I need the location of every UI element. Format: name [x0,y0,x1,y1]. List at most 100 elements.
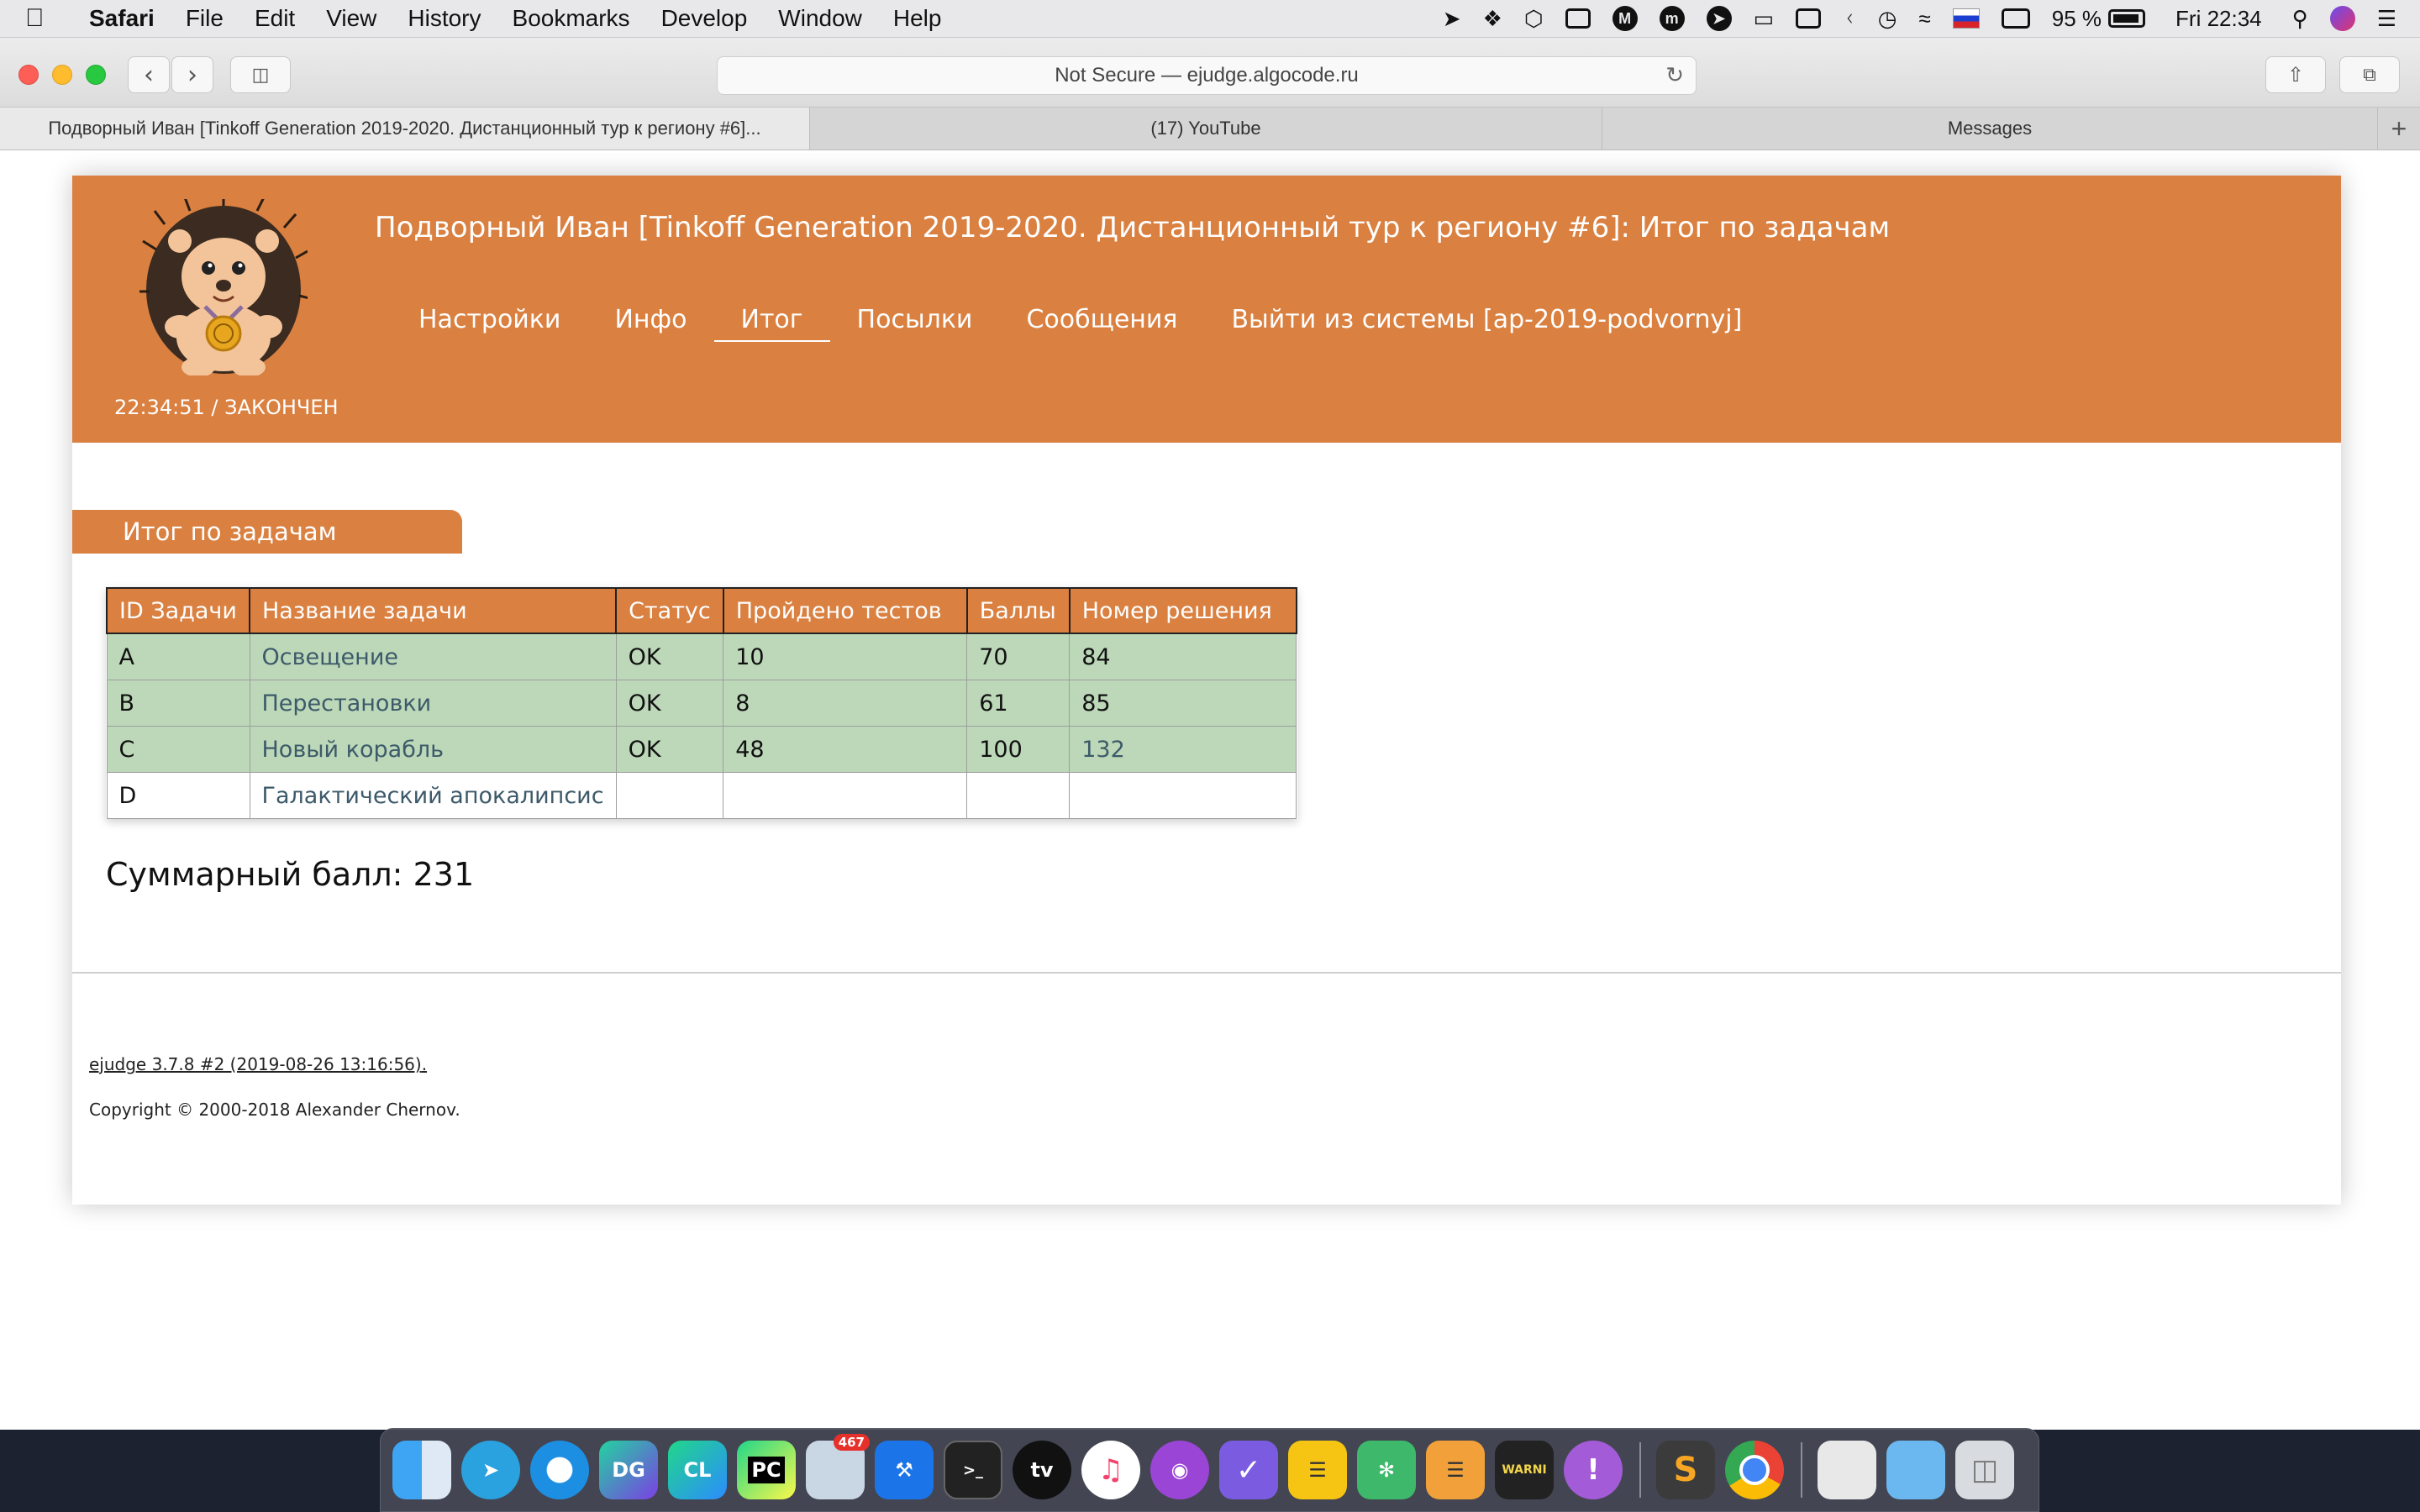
page-title: Подворный Иван [Tinkoff Generation 2019-… [375,211,1891,244]
mail-badge: 467 [833,1434,870,1451]
dropbox-icon[interactable]: ❖ [1483,0,1502,37]
footer-divider [72,972,2341,974]
back-button[interactable]: ‹ [128,56,170,93]
podcasts-icon[interactable]: ◉ [1150,1441,1209,1499]
taskpaper-icon[interactable]: ☰ [1426,1441,1485,1499]
clion-icon[interactable]: CL [668,1441,727,1499]
malwarebytes-icon[interactable]: M [1612,0,1638,37]
menu-file[interactable]: File [186,5,224,32]
new-tab-button[interactable]: + [2378,108,2420,150]
document-icon[interactable] [1818,1441,1876,1499]
apple-menu-icon[interactable]:  [25,4,59,33]
telegram-icon[interactable]: ➤ [461,1441,520,1499]
menu-bookmarks[interactable]: Bookmarks [513,5,630,32]
problem-link[interactable]: Освещение [262,644,398,670]
cube-icon[interactable]: ⬡ [1524,0,1544,37]
location-arrow-icon[interactable]: ➤ [1443,0,1461,37]
tab-label: Подворный Иван [Tinkoff Generation 2019-… [48,118,761,139]
nav-logout[interactable]: Выйти из системы [ap-2019-podvornyj] [1204,302,1769,339]
nav-settings[interactable]: Настройки [392,302,587,339]
mail-app-icon[interactable]: 467 [806,1434,870,1499]
battery-icon[interactable] [2108,0,2146,37]
problem-link[interactable]: Новый корабль [262,737,445,763]
sublime-text-icon[interactable]: S [1656,1441,1715,1499]
results-table: ID Задачи Название задачи Статус Пройден… [106,587,1297,819]
menu-window[interactable]: Window [778,5,862,32]
menu-view[interactable]: View [326,5,376,32]
tabs-icon: ⧉ [2363,64,2376,86]
forward-button[interactable]: › [171,56,213,93]
chevron-left-icon: ‹ [144,60,154,90]
terminal-icon[interactable]: >_ [944,1441,1002,1499]
airplay-icon[interactable]: ▭ [1754,0,1775,37]
nav-summary[interactable]: Итог [713,302,830,342]
nav-messages[interactable]: Сообщения [999,302,1204,339]
clock[interactable]: Fri 22:34 [2175,0,2262,37]
things-icon[interactable]: ✓ [1219,1441,1278,1499]
tab-messages[interactable]: Messages [1602,108,2378,150]
xcode-icon[interactable]: ⚒ [875,1441,934,1499]
page-header: Подворный Иван [Tinkoff Generation 2019-… [72,176,2341,443]
menu-help[interactable]: Help [893,5,942,32]
problem-link[interactable]: Галактический апокалипсис [262,783,604,809]
menu-edit[interactable]: Edit [255,5,295,32]
page-viewport: Подворный Иван [Tinkoff Generation 2019-… [0,150,2420,1430]
mindnode-icon[interactable]: ✻ [1357,1441,1416,1499]
window-icon[interactable] [1796,0,1822,37]
music-icon[interactable]: ♫ [1081,1441,1140,1499]
close-window-button[interactable] [18,65,39,85]
nav-info[interactable]: Инфо [587,302,713,339]
contest-status: 22:34:51 / ЗАКОНЧЕН [114,396,339,419]
run-link[interactable]: 132 [1081,737,1125,763]
tab-ejudge[interactable]: Подворный Иван [Tinkoff Generation 2019-… [0,108,810,150]
datagrip-icon[interactable]: DG [599,1441,658,1499]
siri-icon[interactable] [2329,0,2355,37]
page-container: Подворный Иван [Tinkoff Generation 2019-… [72,176,2341,1205]
menu-history[interactable]: History [408,5,481,32]
tab-label: (17) YouTube [1150,118,1261,139]
time-machine-icon[interactable]: ◷ [1878,0,1897,37]
bluetooth-icon[interactable]: ᚲ [1843,0,1856,37]
battery-percent[interactable]: 95 % [2052,0,2102,37]
problem-id: A [106,633,250,680]
feedback-icon[interactable]: ! [1564,1441,1623,1499]
chrome-icon[interactable] [1725,1441,1784,1499]
folder-icon[interactable] [1886,1441,1945,1499]
console-icon[interactable]: WARNI [1495,1441,1554,1499]
terminal-label: >_ [962,1461,984,1479]
reload-icon[interactable]: ↻ [1665,62,1684,88]
safari-icon[interactable] [530,1441,589,1499]
list-icon[interactable]: ☰ [2377,0,2396,37]
problem-id: D [106,772,250,819]
share-button[interactable]: ⇧ [2265,56,2326,93]
tab-bar: Подворный Иван [Tinkoff Generation 2019-… [0,108,2420,150]
menu-app-name[interactable]: Safari [89,5,155,32]
problem-link[interactable]: Перестановки [262,690,432,717]
zoom-window-button[interactable] [86,65,106,85]
tab-overview-button[interactable]: ⧉ [2339,56,2400,93]
problem-name-cell: Новый корабль [249,726,617,773]
tab-youtube[interactable]: (17) YouTube [810,108,1602,150]
address-bar[interactable]: Not Secure — ejudge.algocode.ru ↻ [717,56,1697,95]
notes-icon[interactable]: ☰ [1288,1441,1347,1499]
keyboard-icon[interactable] [2001,0,2030,37]
sidebar-button[interactable]: ◫ [230,56,291,93]
apple-tv-icon[interactable]: tv [1013,1441,1071,1499]
feedback-label: ! [1586,1453,1600,1487]
square-icon[interactable] [1565,0,1591,37]
nav-submissions[interactable]: Посылки [830,302,1000,339]
tv-label: tv [1030,1458,1054,1482]
problem-status: OK [615,680,724,727]
pycharm-icon[interactable]: PC [737,1441,796,1499]
wifi-icon[interactable]: ≈ [1918,0,1930,37]
finder-icon[interactable] [392,1441,451,1499]
search-icon[interactable]: ⚲ [2292,0,2308,37]
trash-icon[interactable]: ◫ [1955,1441,2014,1499]
telegram-status-icon[interactable]: ➤ [1706,0,1732,37]
table-row: C Новый корабль OK 48 100 132 [106,726,1297,773]
minimize-window-button[interactable] [52,65,72,85]
ejudge-version-link[interactable]: ejudge 3.7.8 #2 (2019-08-26 13:16:56). [89,1054,427,1074]
m-circle-icon[interactable]: m [1659,0,1685,37]
menu-develop[interactable]: Develop [661,5,748,32]
russian-flag-icon[interactable] [1952,0,1980,37]
